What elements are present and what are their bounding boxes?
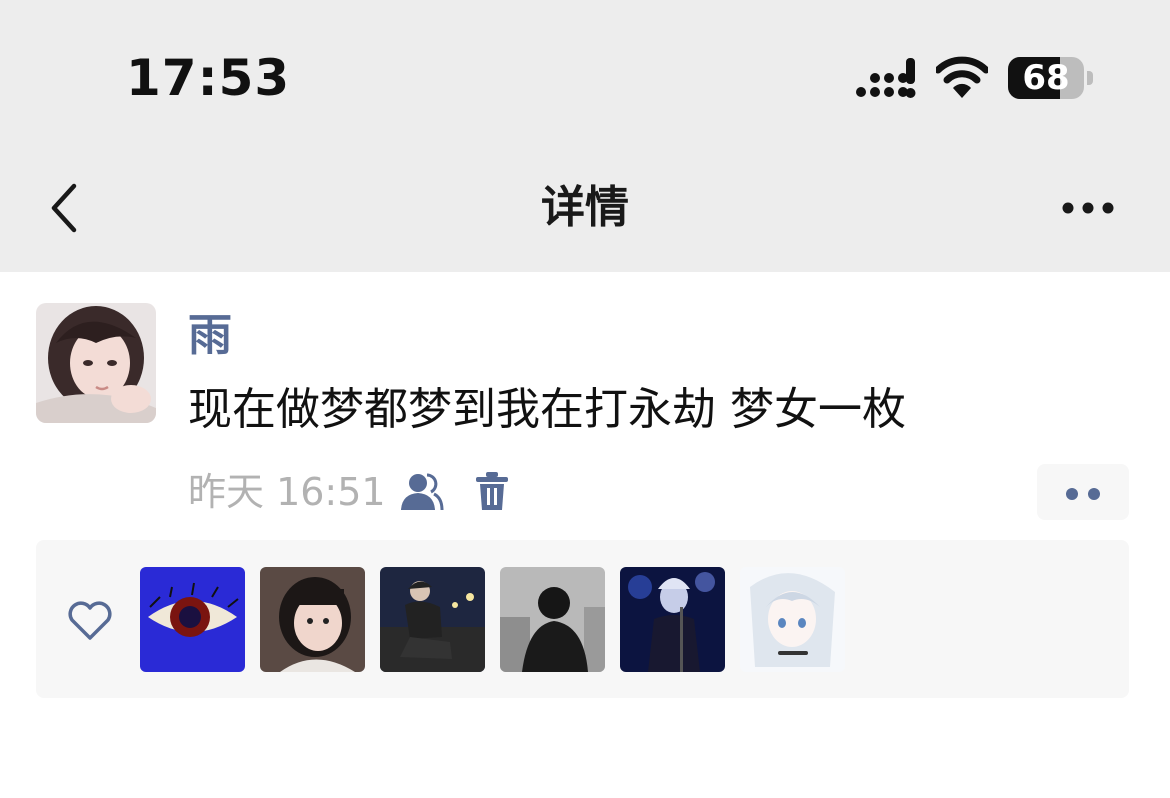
top-bar: 17:53 68 详情	[0, 0, 1170, 272]
two-dots-icon	[1066, 488, 1078, 500]
liker-avatar[interactable]	[380, 567, 485, 672]
battery-icon: 68	[1008, 57, 1094, 99]
cellular-signal-icon	[856, 58, 916, 98]
trash-icon[interactable]	[474, 470, 510, 512]
page-title: 详情	[541, 182, 629, 233]
comment-button[interactable]	[1037, 464, 1129, 520]
author-name[interactable]: 雨	[188, 310, 232, 362]
liker-avatar[interactable]	[620, 567, 725, 672]
liker-avatar[interactable]	[260, 567, 365, 672]
wifi-icon	[936, 56, 988, 98]
likes-panel	[36, 540, 1129, 698]
more-button[interactable]	[1056, 188, 1120, 228]
liker-avatar[interactable]	[740, 567, 845, 672]
author-avatar[interactable]	[36, 303, 156, 423]
people-icon[interactable]	[398, 472, 444, 512]
liker-avatar[interactable]	[140, 567, 245, 672]
post-content: 现在做梦都梦到我在打永劫 梦女一枚	[188, 384, 906, 435]
post-timestamp: 昨天 16:51	[188, 470, 386, 514]
liker-avatar[interactable]	[500, 567, 605, 672]
heart-icon	[68, 601, 112, 640]
status-time: 17:53	[126, 49, 291, 107]
ellipsis-icon	[1062, 202, 1114, 214]
battery-level: 68	[1022, 58, 1070, 98]
